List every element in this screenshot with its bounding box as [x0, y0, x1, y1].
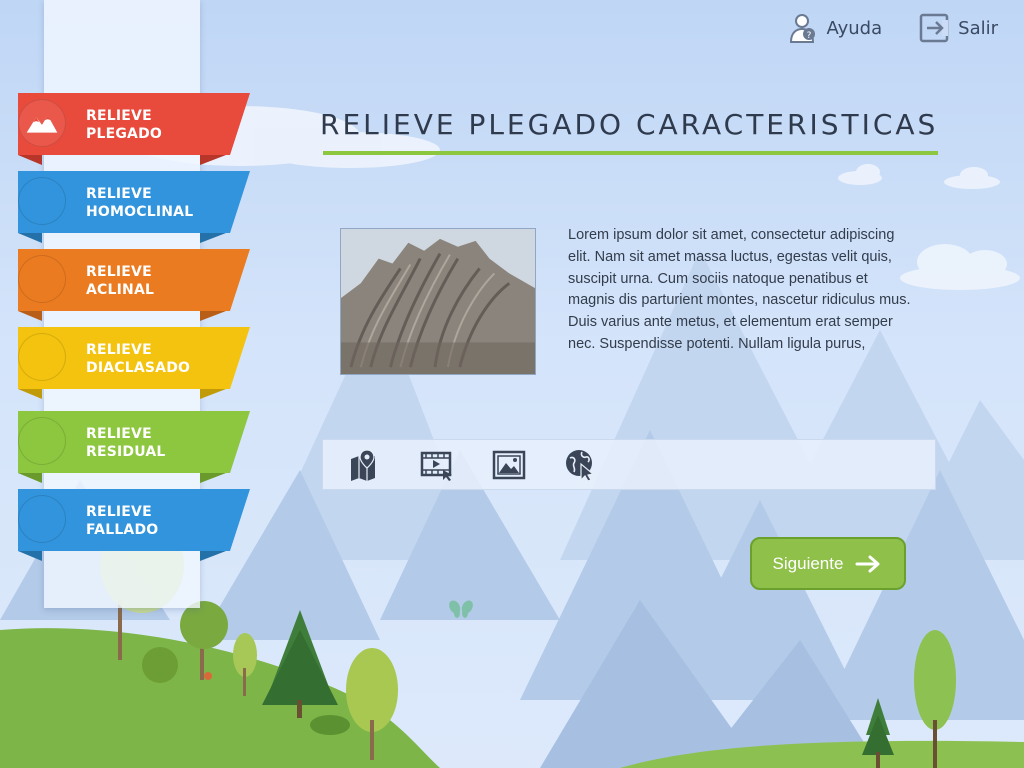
exit-icon	[919, 13, 949, 43]
label-line-2: RESIDUAL	[86, 444, 166, 460]
label-line-2: FALLADO	[86, 522, 159, 538]
ribbon-circle	[18, 99, 66, 147]
help-button[interactable]: ? Ayuda	[787, 12, 883, 44]
help-label: Ayuda	[826, 17, 883, 39]
label-line-2: HOMOCLINAL	[86, 204, 194, 220]
next-button[interactable]: Siguiente	[750, 537, 906, 590]
sidebar-item-label: RELIEVE RESIDUAL	[86, 425, 226, 461]
ribbon-fold	[18, 155, 42, 165]
sidebar-item-aclinal[interactable]: RELIEVE ACLINAL	[18, 249, 250, 323]
description-text: Lorem ipsum dolor sit amet, consectetur …	[568, 227, 911, 352]
label-line-1: RELIEVE	[86, 186, 152, 202]
video-play-icon	[420, 451, 452, 481]
ribbon-circle	[18, 177, 66, 225]
next-button-label: Siguiente	[772, 553, 844, 573]
sidebar-item-fallado[interactable]: RELIEVE FALLADO	[18, 489, 250, 563]
globe-cursor-icon	[566, 449, 595, 482]
ribbon-fold	[18, 311, 42, 321]
title-underline	[323, 151, 938, 155]
help-person-icon: ?	[789, 14, 815, 43]
video-button[interactable]	[419, 447, 455, 483]
page-title: RELIEVE PLEGADO CARACTERISTICAS	[320, 108, 939, 141]
exit-button[interactable]: Salir	[918, 12, 998, 44]
ribbon-fold	[18, 551, 42, 561]
ribbon-fold	[200, 155, 226, 165]
label-line-1: RELIEVE	[86, 504, 152, 520]
label-line-2: DIACLASADO	[86, 360, 191, 376]
image-gallery-icon	[492, 450, 526, 479]
ribbon-fold	[18, 473, 42, 483]
map-pin-icon	[351, 448, 375, 481]
ribbon-circle	[18, 417, 66, 465]
ribbon-circle	[18, 333, 66, 381]
sidebar-item-label: RELIEVE ACLINAL	[86, 263, 226, 299]
label-line-1: RELIEVE	[86, 264, 152, 280]
sidebar-item-label: RELIEVE PLEGADO	[86, 107, 226, 143]
ribbon-fold	[200, 233, 226, 243]
sidebar-item-residual[interactable]: RELIEVE RESIDUAL	[18, 411, 250, 485]
ribbon-fold	[200, 551, 226, 561]
label-line-1: RELIEVE	[86, 108, 152, 124]
label-line-1: RELIEVE	[86, 342, 152, 358]
label-line-2: ACLINAL	[86, 282, 155, 298]
web-button[interactable]	[563, 447, 599, 483]
sidebar-item-label: RELIEVE HOMOCLINAL	[86, 185, 226, 221]
svg-text:?: ?	[806, 31, 811, 41]
exit-label: Salir	[958, 17, 998, 39]
label-line-1: RELIEVE	[86, 426, 152, 442]
ribbon-fold	[18, 389, 42, 399]
mountain-icon	[26, 115, 58, 133]
folded-rock-photo	[340, 228, 536, 375]
ribbon-fold	[18, 233, 42, 243]
media-toolbar	[322, 439, 936, 490]
ribbon-fold	[200, 473, 226, 483]
ribbon-fold	[200, 311, 226, 321]
ribbon-fold	[200, 389, 226, 399]
sidebar-menu: RELIEVE PLEGADO RELIEVE HOMOCLINAL RELIEVE AC…	[18, 93, 258, 567]
map-button[interactable]	[347, 447, 383, 483]
ribbon-circle	[18, 495, 66, 543]
sidebar-item-label: RELIEVE FALLADO	[86, 503, 226, 539]
sidebar-item-label: RELIEVE DIACLASADO	[86, 341, 226, 377]
image-button[interactable]	[491, 447, 527, 483]
arrow-right-icon	[855, 555, 880, 572]
sidebar-item-diaclasado[interactable]: RELIEVE DIACLASADO	[18, 327, 250, 401]
top-bar: ? Ayuda Salir	[787, 12, 998, 44]
sidebar-item-plegado[interactable]: RELIEVE PLEGADO	[18, 93, 250, 167]
ribbon-circle	[18, 255, 66, 303]
sidebar-item-homoclinal[interactable]: RELIEVE HOMOCLINAL	[18, 171, 250, 245]
label-line-2: PLEGADO	[86, 126, 162, 142]
